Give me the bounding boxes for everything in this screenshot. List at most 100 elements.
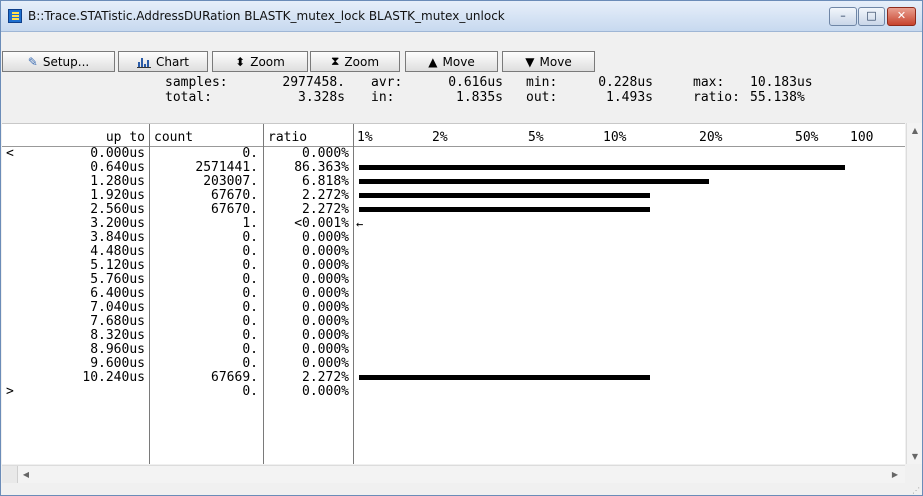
vertical-scrollbar[interactable]: ▲ ▼ <box>906 123 922 464</box>
ratio-bar <box>359 165 846 170</box>
ratio-value: 0.000% <box>302 328 349 343</box>
up-to-header[interactable]: up to <box>2 130 145 145</box>
histogram-row[interactable]: 10.240us 67669. 2.272% <box>2 371 905 385</box>
scale-10pct: 10% <box>603 130 627 145</box>
minimize-button[interactable]: – <box>829 7 857 26</box>
histogram-row[interactable]: 1.280us 203007. 6.818% <box>2 175 905 189</box>
count-value: 0. <box>242 272 258 287</box>
up-to-value: 5.760us <box>90 272 145 287</box>
horizontal-scrollbar[interactable]: ◀ ▶ <box>2 465 905 483</box>
up-to-value: 8.960us <box>90 342 145 357</box>
scroll-corner <box>2 466 18 483</box>
count-value: 0. <box>242 384 258 399</box>
up-to-value: 9.600us <box>90 356 145 371</box>
wrench-icon: ✎ <box>27 54 38 69</box>
close-icon: ✕ <box>896 9 907 22</box>
count-value: 0. <box>242 342 258 357</box>
histogram-row[interactable]: 4.480us 0. 0.000% <box>2 245 905 259</box>
histogram-row[interactable]: 7.680us 0. 0.000% <box>2 315 905 329</box>
count-value: 0. <box>242 258 258 273</box>
count-value: 67670. <box>211 202 258 217</box>
count-value: 67670. <box>211 188 258 203</box>
histogram-row[interactable]: 3.840us 0. 0.000% <box>2 231 905 245</box>
ratio-value: <0.001% <box>294 216 349 231</box>
move-down-label: Move <box>539 54 572 69</box>
count-header[interactable]: count <box>154 130 193 145</box>
scale-5pct: 5% <box>528 130 544 145</box>
arrow-down-icon: ▼ <box>525 54 535 69</box>
bar-chart-icon <box>137 56 151 68</box>
resize-grip-icon[interactable]: ⋰ <box>912 486 920 495</box>
ratio-bar <box>359 179 709 184</box>
ratio-value: 2.272% <box>302 202 349 217</box>
up-to-value: 7.680us <box>90 314 145 329</box>
zoom-in-label: Zoom <box>250 54 285 69</box>
up-to-value: 3.840us <box>90 230 145 245</box>
max-value: 10.183us <box>750 75 813 90</box>
ratio-bar <box>359 207 651 212</box>
histogram-row[interactable]: 5.760us 0. 0.000% <box>2 273 905 287</box>
up-to-value: 7.040us <box>90 300 145 315</box>
ratio-value: 0.000% <box>302 300 349 315</box>
maximize-button[interactable]: □ <box>858 7 885 26</box>
scroll-left-icon[interactable]: ◀ <box>18 470 34 479</box>
chart-button[interactable]: Chart <box>118 51 208 72</box>
compress-vertical-icon: ⧗ <box>330 54 340 68</box>
scroll-up-icon[interactable]: ▲ <box>907 126 922 135</box>
histogram-row[interactable]: 6.400us 0. 0.000% <box>2 287 905 301</box>
ratio-value: 0.000% <box>302 258 349 273</box>
ratio-value: 0.000% <box>302 146 349 161</box>
count-value: 0. <box>242 146 258 161</box>
histogram-row[interactable]: 5.120us 0. 0.000% <box>2 259 905 273</box>
ratio-value: 0.000% <box>302 272 349 287</box>
trace-app-icon <box>8 9 22 23</box>
scroll-down-icon[interactable]: ▼ <box>907 452 922 461</box>
title-bar[interactable]: B::Trace.STATistic.AddressDURation BLAST… <box>1 1 922 32</box>
histogram-row[interactable]: 9.600us 0. 0.000% <box>2 357 905 371</box>
window-title: B::Trace.STATistic.AddressDURation BLAST… <box>28 9 505 23</box>
move-down-button[interactable]: ▼ Move <box>502 51 595 72</box>
in-label: in: <box>371 90 395 105</box>
ratio-value: 6.818% <box>302 174 349 189</box>
horizontal-scroll-track[interactable] <box>18 466 889 483</box>
maximize-icon: □ <box>866 9 877 22</box>
zoom-out-button[interactable]: ⧗ Zoom <box>310 51 400 72</box>
count-value: 1. <box>242 216 258 231</box>
scroll-right-icon[interactable]: ▶ <box>887 470 903 479</box>
close-button[interactable]: ✕ <box>887 7 916 26</box>
out-label: out: <box>526 90 558 105</box>
expand-vertical-icon: ⬍ <box>235 54 246 69</box>
ratio-bar <box>359 193 651 198</box>
histogram-rows: <0.000us 0. 0.000% 0.640us 2571441. 86.363% 1.… <box>2 147 905 464</box>
up-to-value: 4.480us <box>90 244 145 259</box>
minimize-icon: – <box>840 9 846 22</box>
histogram-row[interactable]: 1.920us 67670. 2.272% <box>2 189 905 203</box>
setup-button[interactable]: ✎ Setup... <box>2 51 115 72</box>
count-value: 0. <box>242 314 258 329</box>
zoom-in-button[interactable]: ⬍ Zoom <box>212 51 308 72</box>
trace-statistic-window: B::Trace.STATistic.AddressDURation BLAST… <box>0 0 923 496</box>
status-area: ⋰ <box>1 483 922 495</box>
ratio-value: 0.000% <box>302 314 349 329</box>
histogram-row[interactable]: 0.640us 2571441. 86.363% <box>2 161 905 175</box>
ratio-value: 0.000% <box>302 384 349 399</box>
ratio-value: 0.000% <box>302 356 349 371</box>
histogram-row[interactable]: <0.000us 0. 0.000% <box>2 147 905 161</box>
move-up-button[interactable]: ▲ Move <box>405 51 498 72</box>
histogram-row[interactable]: 8.960us 0. 0.000% <box>2 343 905 357</box>
samples-label: samples: <box>165 75 228 90</box>
arrow-left-icon: ← <box>356 217 364 231</box>
histogram-row[interactable]: 2.560us 67670. 2.272% <box>2 203 905 217</box>
histogram-table[interactable]: up to count ratio 1% 2% 5% 10% 20% 50% 1… <box>2 123 905 464</box>
scale-20pct: 20% <box>699 130 723 145</box>
histogram-row[interactable]: 3.200us 1. <0.001% ← <box>2 216 905 232</box>
ratio-header[interactable]: ratio <box>268 130 307 145</box>
ratio-value: 0.000% <box>302 286 349 301</box>
histogram-row[interactable]: >0. 0.000% <box>2 385 905 399</box>
count-value: 203007. <box>203 174 258 189</box>
up-to-value: 1.920us <box>90 188 145 203</box>
setup-label: Setup... <box>42 54 90 69</box>
histogram-row[interactable]: 8.320us 0. 0.000% <box>2 329 905 343</box>
histogram-row[interactable]: 7.040us 0. 0.000% <box>2 301 905 315</box>
avr-value: 0.616us <box>448 75 503 90</box>
